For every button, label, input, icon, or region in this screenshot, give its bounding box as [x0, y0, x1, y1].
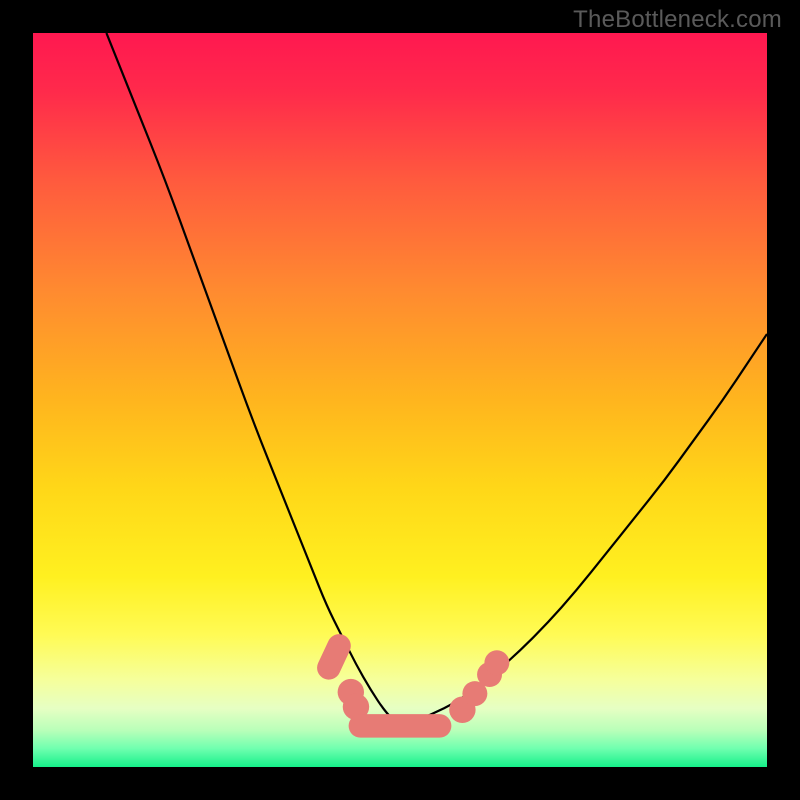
marker-7: [484, 650, 509, 675]
chart-svg: [33, 33, 767, 767]
plot-area: [33, 33, 767, 767]
gradient-background: [33, 33, 767, 767]
marker-3: [349, 714, 452, 737]
watermark-text: TheBottleneck.com: [573, 6, 782, 34]
